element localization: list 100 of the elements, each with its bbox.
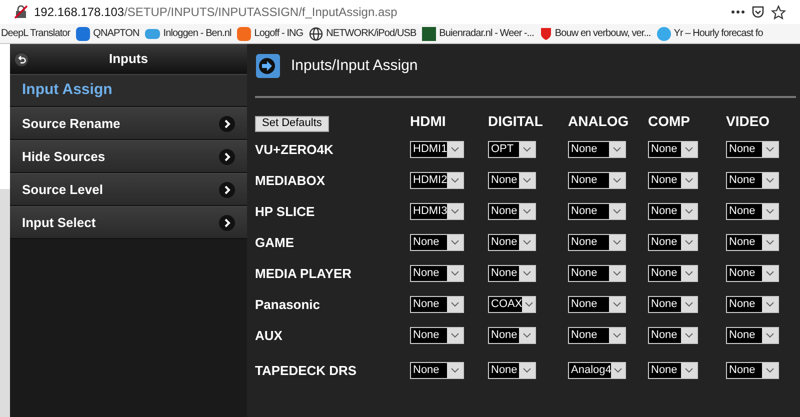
dropdown-select[interactable]: None [488, 172, 536, 189]
dropdown-select[interactable]: Analog4 [568, 362, 626, 379]
dropdown-select[interactable]: None [488, 327, 536, 344]
dropdown-select[interactable]: None [648, 172, 698, 189]
dropdown-select[interactable]: None [648, 203, 698, 220]
caret-icon [613, 302, 621, 307]
caret-icon [766, 302, 774, 307]
caret-icon [451, 147, 460, 152]
caret-icon [685, 302, 693, 307]
back-icon[interactable] [14, 52, 29, 66]
column-header: COMP [648, 113, 690, 129]
source-name: MEDIA PLAYER [255, 266, 352, 280]
more-icon[interactable] [731, 10, 745, 14]
dropdown-select[interactable]: None [568, 141, 626, 158]
column-header: DIGITAL [488, 113, 543, 129]
caret-icon [451, 240, 459, 245]
chevron-icon [219, 116, 235, 132]
bookmark-link[interactable]: QNAPTON [93, 26, 140, 41]
dropdown-select[interactable]: None [410, 265, 464, 282]
bookmark-link[interactable]: Inloggen - Ben.nl [163, 26, 232, 41]
menu-item[interactable]: Input Assign [10, 74, 247, 107]
caret-icon [766, 333, 774, 338]
bookmark-link[interactable]: NETWORK/iPod/USB [326, 26, 416, 41]
dropdown-select[interactable]: HDMI3 [410, 203, 464, 220]
menu-item[interactable]: Input Select [10, 206, 247, 239]
caret-icon [766, 147, 774, 152]
dropdown-select[interactable]: HDMI2 [410, 172, 464, 189]
bookmark-link[interactable]: DeepL Translator [1, 26, 70, 41]
dropdown-select[interactable]: None [568, 172, 626, 189]
caret-icon [685, 271, 693, 276]
caret-icon [523, 240, 531, 245]
dropdown-select[interactable]: None [488, 362, 536, 379]
page-title: Inputs/Input Assign [291, 56, 418, 76]
caret-icon [613, 147, 621, 152]
caret-icon [613, 240, 621, 245]
caret-icon [451, 178, 460, 183]
set-defaults-button[interactable]: Set Defaults [255, 116, 329, 132]
arrow-right-icon [255, 53, 281, 79]
source-name: VU+ZERO4K [255, 142, 334, 156]
dropdown-select[interactable]: None [568, 234, 626, 251]
source-name: MEDIABOX [255, 172, 326, 188]
dropdown-select[interactable]: HDMI1 [410, 141, 464, 158]
bookmark-link[interactable]: Yr – Hourly forecast fo [674, 26, 763, 41]
dropdown-select[interactable]: COAX [488, 296, 536, 313]
source-name: Panasonic [255, 296, 320, 312]
dropdown-select[interactable]: None [568, 296, 626, 313]
dropdown-select[interactable]: None [410, 327, 464, 344]
caret-icon [766, 209, 774, 214]
dropdown-select[interactable]: None [726, 265, 779, 282]
caret-icon [685, 368, 693, 373]
chevron-icon [219, 148, 235, 164]
chevron-icon [219, 182, 235, 198]
dropdown-select[interactable]: None [726, 172, 779, 189]
dropdown-select[interactable]: None [648, 141, 698, 158]
dropdown-select[interactable]: None [726, 141, 779, 158]
caret-icon [613, 178, 621, 183]
dropdown-select[interactable]: None [488, 203, 536, 220]
menu-item[interactable]: Source Rename [10, 107, 247, 140]
dropdown-select[interactable]: None [410, 296, 464, 313]
dropdown-select[interactable]: None [726, 296, 779, 313]
bookmark-link[interactable]: Logoff - ING [254, 26, 304, 41]
menu-item[interactable]: Source Level [10, 173, 247, 206]
shield-icon [540, 26, 552, 40]
caret-icon [766, 240, 774, 245]
source-name: HP SLICE [255, 204, 315, 218]
dropdown-select[interactable]: None [648, 327, 698, 344]
caret-icon [685, 333, 693, 338]
dropdown-select[interactable]: OPT [488, 141, 536, 158]
dropdown-select[interactable]: None [488, 234, 536, 251]
dropdown-select[interactable]: None [726, 234, 779, 251]
caret-icon [523, 368, 531, 373]
dropdown-select[interactable]: None [726, 362, 779, 379]
caret-icon [766, 271, 774, 276]
dropdown-select[interactable]: None [726, 327, 779, 344]
dropdown-select[interactable]: None [568, 265, 626, 282]
column-header: VIDEO [726, 113, 770, 129]
caret-icon [523, 333, 531, 338]
bookmark-link[interactable]: Bouw en verbouw, ver... [554, 26, 651, 41]
dropdown-select[interactable]: None [568, 327, 626, 344]
dropdown-select[interactable]: None [568, 203, 626, 220]
menu-item[interactable]: Hide Sources [10, 140, 247, 173]
dropdown-select[interactable]: None [410, 234, 464, 251]
dropdown-select[interactable]: None [648, 362, 698, 379]
dropdown-select[interactable]: None [648, 265, 698, 282]
caret-icon [613, 271, 621, 276]
star-icon[interactable] [771, 4, 786, 20]
dropdown-select[interactable]: None [410, 362, 464, 379]
dropdown-select[interactable]: None [648, 234, 698, 251]
caret-icon [685, 147, 693, 152]
caret-icon [451, 209, 460, 214]
pocket-icon[interactable] [751, 5, 765, 19]
caret-icon [614, 368, 622, 373]
caret-icon [685, 240, 693, 245]
chevron-icon [219, 214, 235, 230]
bookmark-link[interactable]: Buienradar.nl - Weer -... [439, 26, 534, 41]
caret-icon [523, 271, 531, 276]
dropdown-select[interactable]: None [488, 265, 536, 282]
dropdown-select[interactable]: None [726, 203, 779, 220]
caret-icon [766, 178, 774, 183]
dropdown-select[interactable]: None [648, 296, 698, 313]
